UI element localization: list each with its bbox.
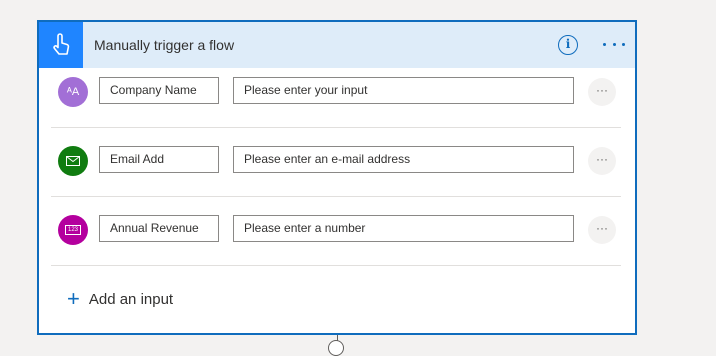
- number-glyph: 123: [64, 225, 81, 235]
- input-row-email: Email Add Please enter an e-mail address…: [39, 137, 635, 197]
- info-button[interactable]: i: [558, 35, 578, 55]
- input-row-company-name: ᴬA Company Name Please enter your input …: [39, 68, 635, 128]
- trigger-tile: [39, 22, 83, 68]
- input-name-field[interactable]: Company Name: [99, 77, 219, 104]
- add-step-connector[interactable]: [328, 340, 344, 356]
- envelope-icon: [66, 156, 80, 166]
- more-dot-icon: [603, 42, 606, 46]
- trigger-card-header[interactable]: Manually trigger a flow i: [39, 22, 635, 68]
- row-divider: [51, 196, 621, 197]
- trigger-card: Manually trigger a flow i ᴬA Company Nam…: [37, 20, 637, 335]
- trigger-title: Manually trigger a flow: [94, 37, 235, 53]
- plus-icon: +: [67, 286, 80, 311]
- input-name-field[interactable]: Email Add: [99, 146, 219, 173]
- input-more-button[interactable]: ···: [588, 147, 616, 175]
- input-name-field[interactable]: Annual Revenue: [99, 215, 219, 242]
- input-value-field[interactable]: Please enter an e-mail address: [233, 146, 574, 173]
- hand-touch-icon: [53, 33, 70, 55]
- more-options-button[interactable]: [599, 32, 629, 56]
- more-dot-icon: [612, 42, 616, 46]
- add-input-label: Add an input: [88, 290, 174, 308]
- input-row-annual-revenue: 123 Annual Revenue Please enter a number…: [39, 206, 635, 266]
- add-input-button[interactable]: + Add an input: [67, 286, 174, 311]
- input-value-field[interactable]: Please enter a number: [233, 215, 574, 242]
- input-more-button[interactable]: ···: [588, 216, 616, 244]
- input-more-button[interactable]: ···: [588, 78, 616, 106]
- text-input-icon: ᴬA: [58, 77, 88, 107]
- email-icon: [58, 146, 88, 176]
- input-value-field[interactable]: Please enter your input: [233, 77, 574, 104]
- row-divider: [51, 127, 621, 128]
- text-input-glyph: ᴬA: [66, 86, 80, 98]
- number-icon: 123: [58, 215, 88, 245]
- row-divider: [51, 265, 621, 266]
- more-dot-icon: [622, 42, 625, 46]
